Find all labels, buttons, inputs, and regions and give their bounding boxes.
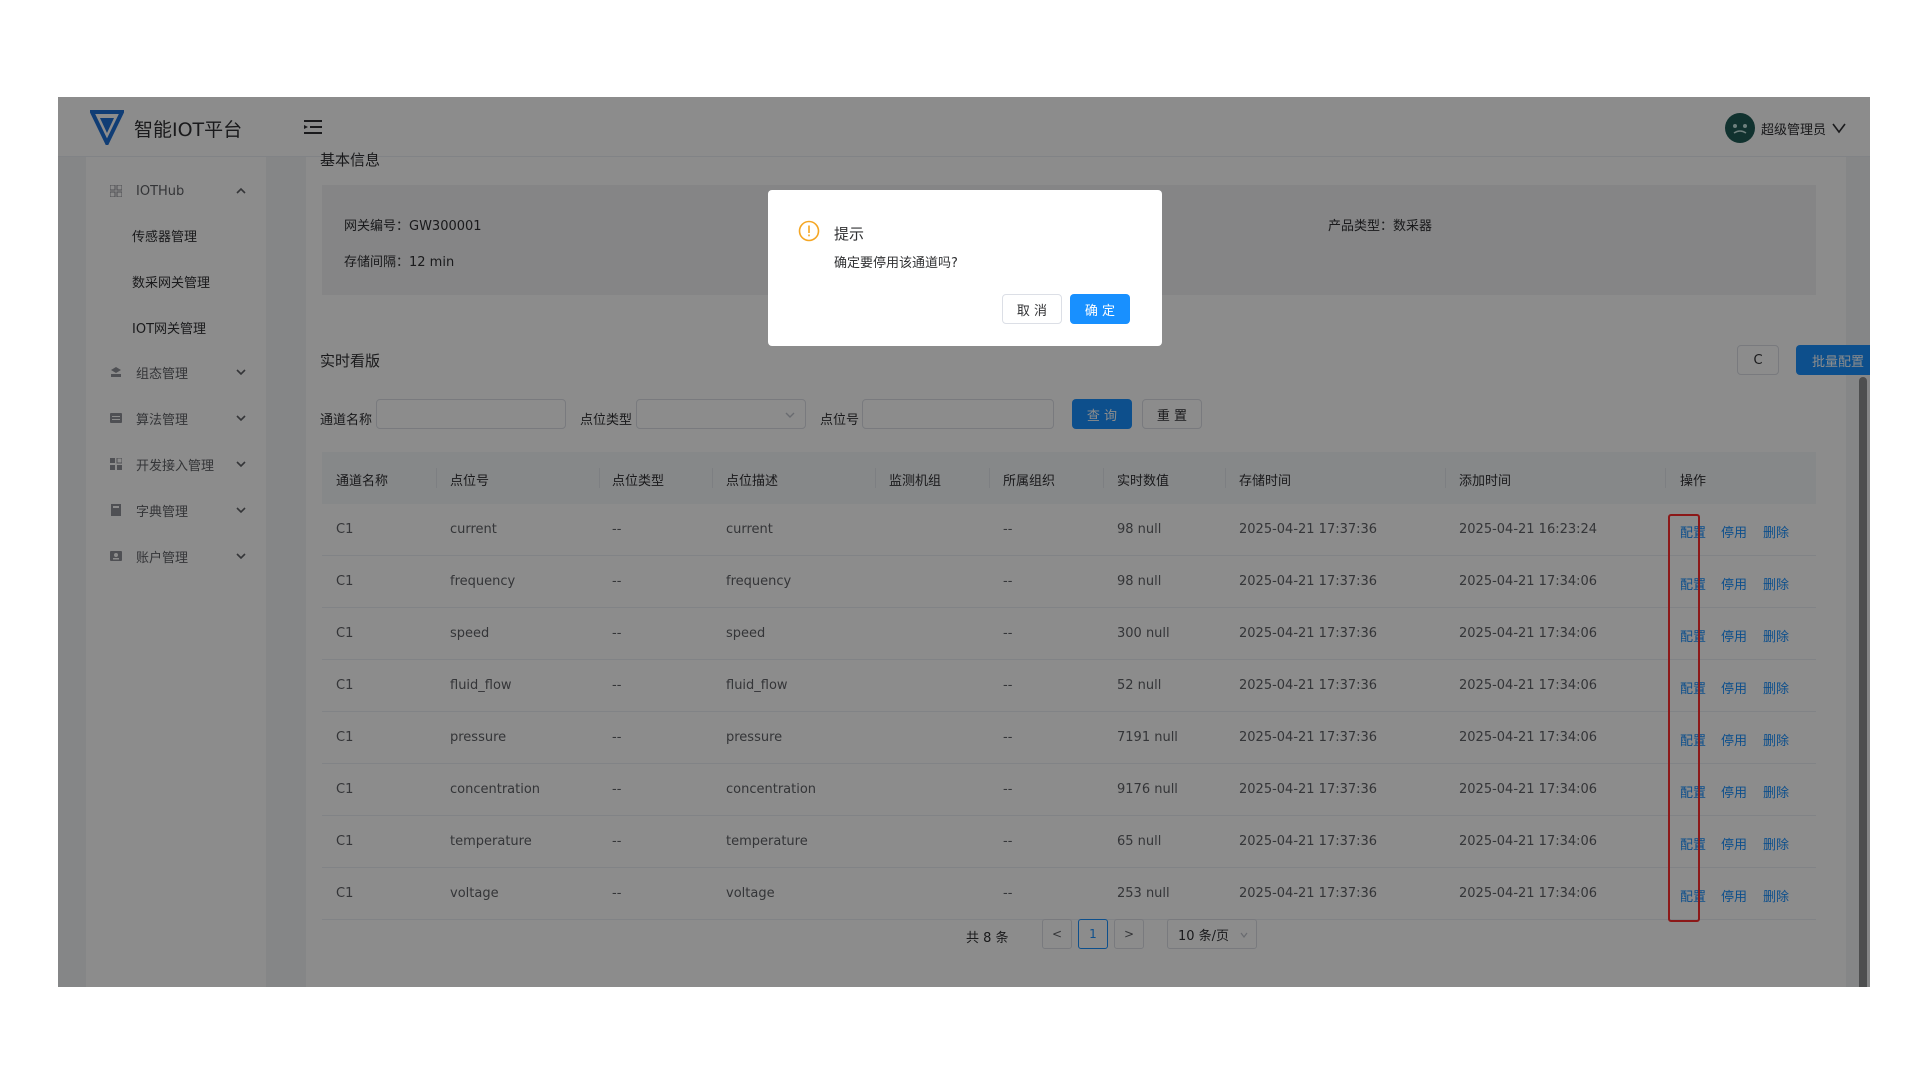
dialog-message: 确定要停用该通道吗?: [834, 256, 958, 271]
warning-icon: [798, 220, 820, 242]
confirm-button[interactable]: 确 定: [1070, 294, 1130, 324]
cancel-button[interactable]: 取 消: [1002, 294, 1062, 324]
confirm-dialog: 提示 确定要停用该通道吗? 取 消 确 定: [768, 190, 1162, 346]
dialog-title: 提示: [834, 225, 865, 243]
